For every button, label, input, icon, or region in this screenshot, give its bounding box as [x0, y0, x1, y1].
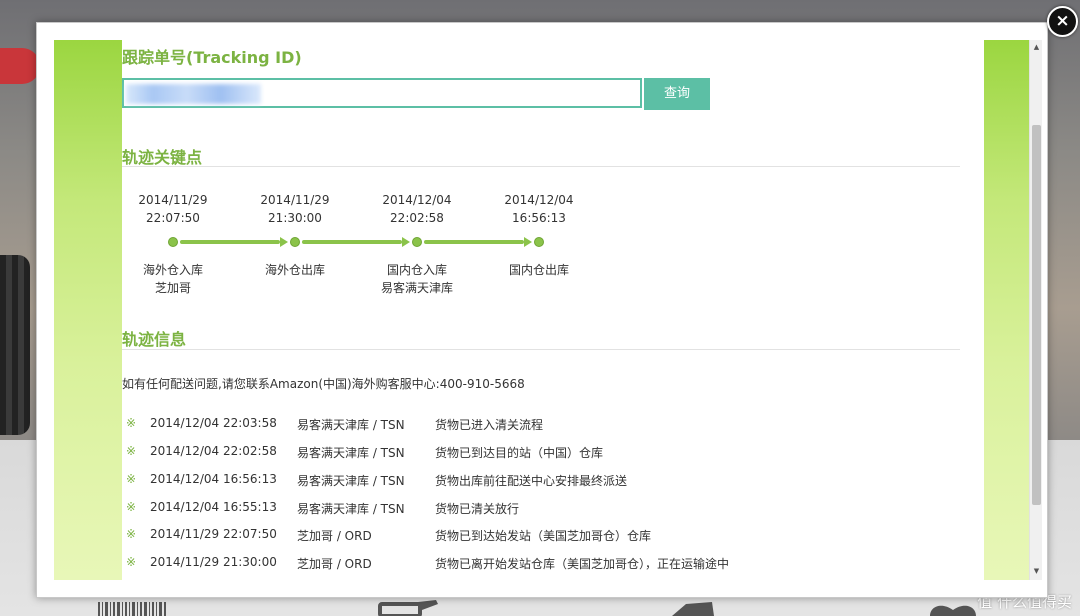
- thumb-icon: [672, 602, 714, 616]
- event-description: 货物已到达目的站（中国）仓库: [435, 446, 604, 460]
- milestone-dot: [290, 237, 300, 247]
- section-divider: [122, 166, 960, 167]
- event-time: 2014/12/04 16:55:13: [150, 500, 277, 514]
- milestone-date: 2014/12/04: [382, 193, 452, 207]
- progress-arrow-head: [524, 237, 532, 247]
- milestone-time: 21:30:00: [268, 211, 322, 225]
- milestone-status: 国内仓出库: [508, 263, 569, 277]
- milestone-time: 22:02:58: [390, 211, 444, 225]
- vertical-scrollbar[interactable]: ▲ ▼: [1029, 40, 1042, 580]
- heart-icon: [930, 605, 976, 616]
- event-location: 易客满天津库 / TSN: [297, 418, 405, 432]
- milestones-heading: 轨迹关键点: [122, 148, 203, 167]
- event-description: 货物已清关放行: [435, 502, 520, 516]
- event-description: 货物出库前往配送中心安排最终派送: [435, 474, 628, 488]
- progress-arrow-head: [402, 237, 410, 247]
- decorative-right-panel: [984, 40, 1029, 580]
- progress-arrow-head: [280, 237, 288, 247]
- event-description: 货物已离开始发站仓库（美国芝加哥仓），正在运输途中: [435, 557, 730, 571]
- background-decoration: [0, 48, 40, 84]
- event-location: 易客满天津库 / TSN: [297, 474, 405, 488]
- event-time: 2014/12/04 16:56:13: [150, 472, 277, 486]
- decorative-left-panel: [54, 40, 122, 580]
- milestone-2-timestamp: 2014/11/29 21:30:00: [235, 191, 355, 227]
- redacted-tracking-id: [126, 84, 261, 104]
- event-marker: ※: [126, 416, 137, 430]
- milestone-2-label: 海外仓出库: [235, 261, 355, 279]
- event-marker: ※: [126, 555, 137, 569]
- event-marker: ※: [126, 500, 137, 514]
- progress-arrow: [180, 240, 280, 244]
- scroll-up-arrow-icon[interactable]: ▲: [1032, 42, 1041, 52]
- progress-arrow: [302, 240, 402, 244]
- scroll-down-arrow-icon[interactable]: ▼: [1032, 566, 1041, 576]
- event-location: 易客满天津库 / TSN: [297, 502, 405, 516]
- barcode-icon: [98, 602, 166, 616]
- milestone-status: 海外仓出库: [264, 263, 325, 277]
- event-marker: ※: [126, 472, 137, 486]
- milestone-time: 22:07:50: [146, 211, 200, 225]
- milestone-4-timestamp: 2014/12/04 16:56:13: [479, 191, 599, 227]
- event-marker: ※: [126, 527, 137, 541]
- milestone-3-timestamp: 2014/12/04 22:02:58: [357, 191, 477, 227]
- background-tire-image: [0, 255, 30, 435]
- section-divider: [122, 349, 960, 350]
- event-location: 芝加哥 / ORD: [297, 529, 372, 543]
- milestone-dot: [412, 237, 422, 247]
- milestone-4-label: 国内仓出库: [479, 261, 599, 279]
- milestone-1-timestamp: 2014/11/29 22:07:50: [113, 191, 233, 227]
- tracking-id-heading: 跟踪单号(Tracking ID): [122, 48, 302, 67]
- tracking-content: 跟踪单号(Tracking ID) 查询 轨迹关键点 2014/11/29 22…: [122, 40, 984, 580]
- milestone-date: 2014/12/04: [504, 193, 574, 207]
- milestone-status: 海外仓入库: [142, 263, 203, 277]
- event-location: 易客满天津库 / TSN: [297, 446, 405, 460]
- event-marker: ※: [126, 444, 137, 458]
- milestone-date: 2014/11/29: [138, 193, 208, 207]
- milestone-location: 芝加哥: [154, 281, 191, 295]
- event-time: 2014/12/04 22:02:58: [150, 444, 277, 458]
- customer-service-note: 如有任何配送问题,请您联系Amazon(中国)海外购客服中心:400-910-5…: [122, 377, 525, 391]
- progress-arrow: [424, 240, 524, 244]
- milestone-dot: [534, 237, 544, 247]
- track-info-heading: 轨迹信息: [122, 330, 187, 349]
- milestone-date: 2014/11/29: [260, 193, 330, 207]
- milestone-status: 国内仓入库: [386, 263, 447, 277]
- close-icon[interactable]: ×: [1047, 6, 1078, 37]
- event-location: 芝加哥 / ORD: [297, 557, 372, 571]
- event-time: 2014/12/04 22:03:58: [150, 416, 277, 430]
- milestone-3-label: 国内仓入库 易客满天津库: [357, 261, 477, 297]
- milestone-1-label: 海外仓入库 芝加哥: [113, 261, 233, 297]
- scroll-thumb[interactable]: [1032, 125, 1041, 505]
- tracking-id-input[interactable]: [122, 78, 642, 108]
- tracking-frame: 跟踪单号(Tracking ID) 查询 轨迹关键点 2014/11/29 22…: [54, 40, 1042, 580]
- milestone-time: 16:56:13: [512, 211, 566, 225]
- milestone-location: 易客满天津库: [380, 281, 453, 295]
- event-description: 货物已到达始发站（美国芝加哥仓）仓库: [435, 529, 652, 543]
- event-time: 2014/11/29 22:07:50: [150, 527, 277, 541]
- milestone-dot: [168, 237, 178, 247]
- edit-icon: [378, 600, 438, 616]
- event-time: 2014/11/29 21:30:00: [150, 555, 277, 569]
- query-button[interactable]: 查询: [644, 78, 710, 110]
- event-description: 货物已进入清关流程: [435, 418, 544, 432]
